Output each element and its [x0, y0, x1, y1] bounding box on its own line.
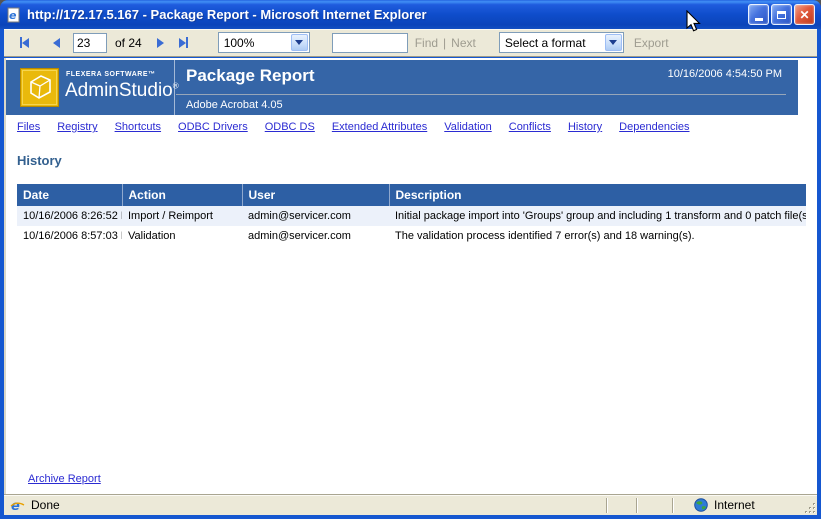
export-format-value: Select a format — [500, 36, 604, 50]
cell-user: admin@servicer.com — [242, 206, 389, 226]
last-page-button[interactable] — [179, 37, 188, 48]
page-title: Package Report — [186, 66, 315, 86]
maximize-button[interactable] — [771, 4, 792, 25]
report-section-nav: Files Registry Shortcuts ODBC Drivers OD… — [17, 121, 690, 133]
nav-link-dependencies[interactable]: Dependencies — [619, 121, 689, 133]
zoom-dropdown-icon[interactable] — [291, 34, 308, 51]
cell-description: The validation process identified 7 erro… — [389, 226, 806, 246]
nav-link-history[interactable]: History — [568, 121, 602, 133]
table-row: 10/16/2006 8:57:03 PM Validation admin@s… — [17, 226, 806, 246]
table-header-row: Date Action User Description — [17, 184, 806, 206]
minimize-icon — [755, 18, 763, 21]
window-title: http://172.17.5.167 - Package Report - M… — [27, 7, 748, 22]
col-header-action: Action — [122, 184, 242, 206]
cell-date: 10/16/2006 8:57:03 PM — [17, 226, 122, 246]
adminstudio-logo-icon — [20, 68, 59, 107]
first-page-button[interactable] — [20, 37, 29, 48]
brand-flexera-label: FLEXERA SOFTWARE™ — [66, 71, 156, 78]
nav-link-odbc-drivers[interactable]: ODBC Drivers — [178, 121, 248, 133]
status-text: Done — [31, 498, 60, 512]
cell-user: admin@servicer.com — [242, 226, 389, 246]
report-toolbar: of 24 100% Find | Next Select a format E… — [4, 29, 817, 57]
col-header-date: Date — [17, 184, 122, 206]
cell-date: 10/16/2006 8:26:52 PM — [17, 206, 122, 226]
table-row: 10/16/2006 8:26:52 PM Import / Reimport … — [17, 206, 806, 226]
ie-page-icon: e — [10, 498, 25, 513]
internet-explorer-icon: e — [6, 7, 22, 23]
package-name: Adobe Acrobat 4.05 — [186, 99, 283, 111]
previous-page-button[interactable] — [53, 38, 60, 48]
svg-text:e: e — [11, 499, 20, 513]
maximize-icon — [777, 11, 786, 19]
report-page: FLEXERA SOFTWARE™ AdminStudio® Package R… — [4, 58, 817, 494]
cell-description: Initial package import into 'Groups' gro… — [389, 206, 806, 226]
history-table: Date Action User Description 10/16/2006 … — [17, 184, 806, 246]
cell-action: Import / Reimport — [122, 206, 242, 226]
zoom-value: 100% — [219, 36, 290, 50]
cell-action: Validation — [122, 226, 242, 246]
nav-link-odbc-ds[interactable]: ODBC DS — [265, 121, 315, 133]
generated-timestamp: 10/16/2006 4:54:50 PM — [668, 68, 782, 80]
zoom-select[interactable]: 100% — [218, 32, 310, 53]
find-next-divider: | — [443, 36, 446, 50]
nav-link-shortcuts[interactable]: Shortcuts — [115, 121, 161, 133]
report-banner: FLEXERA SOFTWARE™ AdminStudio® Package R… — [6, 60, 798, 115]
col-header-user: User — [242, 184, 389, 206]
export-format-select[interactable]: Select a format — [499, 32, 624, 53]
status-separator — [606, 498, 608, 513]
page-count-label: of 24 — [115, 36, 142, 50]
next-page-button[interactable] — [157, 38, 164, 48]
banner-rule — [176, 94, 786, 95]
banner-divider — [174, 60, 175, 115]
zone-label: Internet — [714, 498, 755, 512]
close-icon: ✕ — [799, 8, 809, 22]
nav-link-extended-attributes[interactable]: Extended Attributes — [332, 121, 427, 133]
brand-adminstudio-label: AdminStudio® — [65, 80, 179, 102]
svg-text:e: e — [9, 9, 17, 22]
find-input[interactable] — [332, 33, 408, 53]
status-bar: e Done Internet — [4, 494, 817, 515]
archive-report-link[interactable]: Archive Report — [28, 473, 101, 485]
browser-window: e http://172.17.5.167 - Package Report -… — [0, 0, 821, 519]
mouse-cursor — [686, 10, 702, 33]
export-button[interactable]: Export — [634, 36, 669, 50]
col-header-description: Description — [389, 184, 806, 206]
minimize-button[interactable] — [748, 4, 769, 25]
nav-link-conflicts[interactable]: Conflicts — [509, 121, 551, 133]
page-number-input[interactable] — [73, 33, 107, 53]
nav-link-validation[interactable]: Validation — [444, 121, 492, 133]
find-next-button[interactable]: Next — [451, 36, 476, 50]
nav-link-files[interactable]: Files — [17, 121, 40, 133]
close-button[interactable]: ✕ — [794, 4, 815, 25]
history-heading: History — [17, 153, 62, 168]
find-button[interactable]: Find — [415, 36, 438, 50]
status-separator — [636, 498, 638, 513]
format-dropdown-icon[interactable] — [605, 34, 622, 51]
internet-zone-globe-icon — [694, 498, 708, 512]
resize-grip[interactable] — [802, 500, 817, 515]
nav-link-registry[interactable]: Registry — [57, 121, 97, 133]
